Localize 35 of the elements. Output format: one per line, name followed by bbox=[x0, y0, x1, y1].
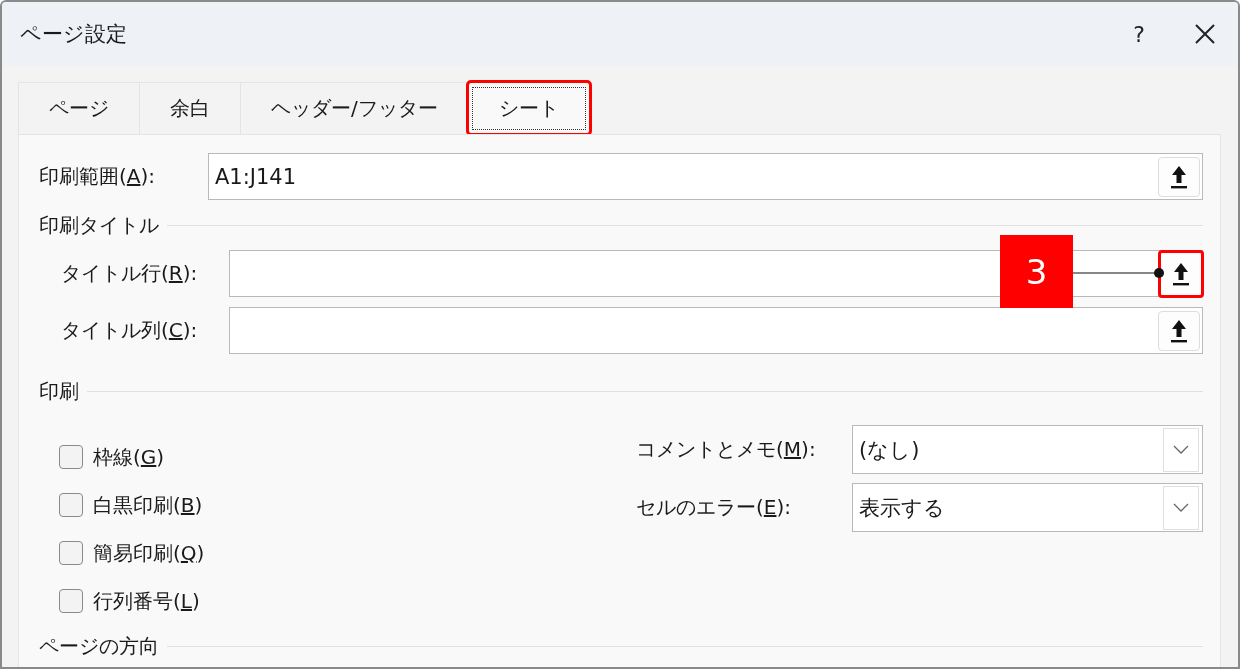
input-field[interactable] bbox=[229, 250, 1203, 297]
chevron-down-icon bbox=[1173, 502, 1189, 513]
dropdown-button[interactable] bbox=[1163, 427, 1199, 472]
window-title: ページ設定 bbox=[20, 21, 127, 48]
chevron-down-icon bbox=[1173, 444, 1189, 455]
field-label: タイトル列(C): bbox=[60, 317, 199, 344]
checkbox[interactable] bbox=[59, 589, 83, 613]
close-icon bbox=[1194, 23, 1216, 45]
dropdown-value: 表示する bbox=[858, 494, 945, 522]
checkbox-label: 簡易印刷(Q) bbox=[93, 539, 205, 567]
field-label: タイトル行(R): bbox=[60, 260, 199, 287]
callout-badge: 3 bbox=[1000, 235, 1073, 308]
collapse-dialog-button[interactable] bbox=[1158, 249, 1204, 298]
checkbox[interactable] bbox=[59, 541, 83, 565]
field-value: A1:J141 bbox=[214, 164, 297, 189]
tab[interactable]: シート bbox=[467, 82, 590, 134]
dropdown[interactable]: (なし) bbox=[852, 425, 1203, 474]
checkbox[interactable] bbox=[59, 493, 83, 517]
dropdown[interactable]: 表示する bbox=[852, 483, 1203, 532]
section-heading: 印刷タイトル bbox=[39, 212, 159, 239]
print-area-field[interactable]: A1:J141 bbox=[208, 153, 1203, 200]
input-field[interactable] bbox=[229, 307, 1203, 354]
checkbox-label: 枠線(G) bbox=[93, 443, 165, 471]
checkbox-label: 行列番号(L) bbox=[93, 587, 200, 615]
dropdown-label: セルのエラー(E): bbox=[636, 494, 792, 521]
checkbox[interactable] bbox=[59, 445, 83, 469]
field-label: 印刷範囲(A): bbox=[39, 163, 157, 190]
checkbox-label: 白黒印刷(B) bbox=[93, 491, 203, 519]
dropdown-button[interactable] bbox=[1163, 485, 1199, 530]
dropdown-value: (なし) bbox=[858, 436, 920, 464]
section-heading: ページの方向 bbox=[39, 633, 159, 660]
tab[interactable]: ページ bbox=[18, 82, 140, 134]
dropdown-label: コメントとメモ(M): bbox=[636, 436, 817, 463]
help-button[interactable]: ? bbox=[1106, 2, 1172, 66]
section-heading: 印刷 bbox=[39, 378, 79, 405]
